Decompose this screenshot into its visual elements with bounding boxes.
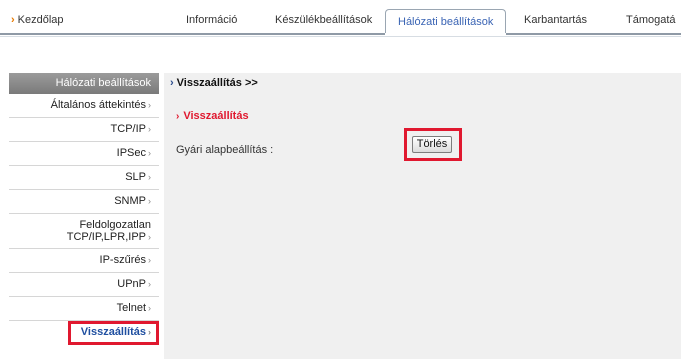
sidebar-item-ipsec[interactable]: IPSec ›: [9, 142, 159, 166]
sidebar-item-label: IPSec: [116, 147, 146, 159]
content-panel: › Visszaállítás >> › Visszaállítás Gyári a…: [164, 73, 681, 359]
sidebar-item-overview[interactable]: Általános áttekintés ›: [9, 94, 159, 118]
sidebar: Hálózati beállítások Általános áttekinté…: [9, 73, 159, 345]
home-link[interactable]: › Kezdőlap: [11, 14, 64, 26]
delete-button-highlight: Törlés: [404, 128, 462, 161]
sidebar-header: Hálózati beállítások: [9, 73, 159, 94]
sidebar-item-upnp[interactable]: UPnP ›: [9, 273, 159, 297]
section-title: › Visszaállítás: [176, 110, 249, 122]
delete-button[interactable]: Törlés: [412, 136, 452, 153]
section-title-label: Visszaállítás: [183, 110, 249, 122]
chevron-right-icon: ›: [148, 255, 151, 265]
sidebar-item-label: TCP/IP: [110, 123, 146, 135]
sidebar-item-tcpip[interactable]: TCP/IP ›: [9, 118, 159, 142]
chevron-right-icon: ›: [148, 148, 151, 158]
chevron-right-icon: ›: [176, 111, 180, 122]
sidebar-item-label: SNMP: [114, 195, 146, 207]
nav-divider-light: [0, 36, 681, 37]
tab-network-settings[interactable]: Hálózati beállítások: [385, 9, 507, 34]
chevron-right-icon: ›: [148, 303, 151, 313]
chevron-right-icon: ›: [148, 172, 151, 182]
sidebar-item-label: SLP: [125, 171, 146, 183]
chevron-right-icon: ›: [148, 196, 151, 206]
chevron-right-icon: ›: [148, 124, 151, 134]
chevron-right-icon: ›: [148, 232, 151, 242]
sidebar-item-telnet[interactable]: Telnet ›: [9, 297, 159, 321]
sidebar-item-label-line1: Feldolgozatlan: [79, 219, 151, 231]
sidebar-item-label: IP-szűrés: [99, 254, 146, 266]
sidebar-item-ip-filter[interactable]: IP-szűrés ›: [9, 249, 159, 273]
sidebar-item-label: Általános áttekintés: [50, 99, 146, 111]
chevron-right-icon: ›: [170, 77, 174, 89]
sidebar-item-raw-tcpip[interactable]: Feldolgozatlan TCP/IP,LPR,IPP ›: [9, 214, 159, 249]
sidebar-item-label: Visszaállítás: [80, 326, 146, 338]
home-link-label: Kezdőlap: [17, 14, 64, 26]
factory-reset-label: Gyári alapbeállítás :: [176, 144, 274, 156]
sidebar-item-label-line2: TCP/IP,LPR,IPP: [66, 231, 146, 243]
tab-maintenance[interactable]: Karbantartás: [524, 14, 587, 26]
chevron-right-icon: ›: [148, 327, 151, 337]
chevron-right-icon: ›: [148, 100, 151, 110]
sidebar-item-slp[interactable]: SLP ›: [9, 166, 159, 190]
sidebar-item-label: Telnet: [116, 302, 146, 314]
arrow-right-icon: ›: [11, 14, 15, 26]
top-navigation: › Kezdőlap Információ Készülékbeállításo…: [0, 0, 681, 38]
sidebar-item-label: UPnP: [117, 278, 146, 290]
tab-device-settings[interactable]: Készülékbeállítások: [275, 14, 372, 26]
tab-support[interactable]: Támogatá: [626, 14, 676, 26]
sidebar-item-reset[interactable]: Visszaállítás ›: [68, 321, 159, 345]
chevron-right-icon: ›: [148, 279, 151, 289]
sidebar-item-snmp[interactable]: SNMP ›: [9, 190, 159, 214]
breadcrumb-label: Visszaállítás >>: [176, 77, 258, 89]
tab-information[interactable]: Információ: [186, 14, 237, 26]
breadcrumb: › Visszaállítás >>: [170, 77, 258, 89]
nav-divider: [0, 33, 681, 35]
